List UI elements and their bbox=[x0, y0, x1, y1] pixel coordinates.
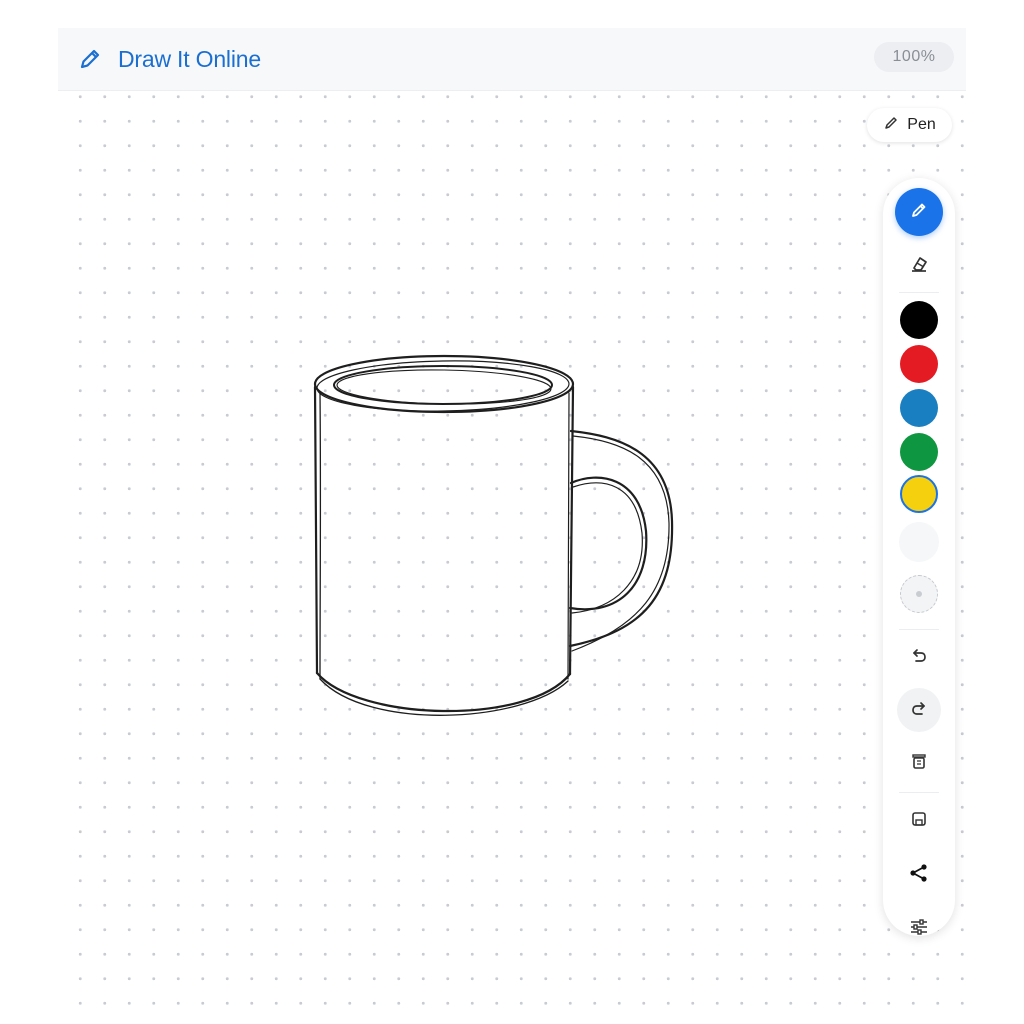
zoom-level-badge[interactable]: 100% bbox=[874, 42, 954, 72]
mug-sketch bbox=[313, 354, 674, 716]
trash-icon bbox=[909, 751, 929, 776]
clear-canvas-button[interactable] bbox=[900, 744, 938, 782]
eraser-tool-button[interactable] bbox=[901, 248, 937, 284]
color-swatch-blue[interactable] bbox=[900, 389, 938, 427]
undo-button[interactable] bbox=[900, 638, 938, 676]
active-tool-label: Pen bbox=[907, 116, 936, 133]
save-button[interactable] bbox=[900, 802, 938, 840]
app-header: Draw It Online 100% bbox=[58, 28, 966, 91]
save-icon bbox=[909, 809, 929, 834]
vertical-toolbar bbox=[883, 178, 955, 936]
color-swatch-yellow[interactable] bbox=[900, 475, 938, 513]
sliders-icon bbox=[908, 916, 930, 943]
toolbar-divider bbox=[899, 629, 939, 630]
brush-size-button[interactable] bbox=[900, 575, 938, 613]
app-title: Draw It Online bbox=[118, 45, 261, 72]
pencil-icon bbox=[909, 200, 929, 225]
eraser-icon bbox=[908, 253, 930, 280]
color-swatch-black[interactable] bbox=[900, 301, 938, 339]
custom-color-button[interactable] bbox=[899, 522, 939, 562]
color-swatch-red[interactable] bbox=[900, 345, 938, 383]
share-button[interactable] bbox=[900, 856, 938, 894]
app-window: Draw It Online 100% Pen bbox=[58, 28, 966, 1018]
settings-button[interactable] bbox=[900, 910, 938, 948]
toolbar-divider bbox=[899, 792, 939, 793]
undo-icon bbox=[909, 645, 929, 670]
pen-tool-button[interactable] bbox=[895, 188, 943, 236]
redo-icon bbox=[909, 698, 929, 723]
active-tool-chip[interactable]: Pen bbox=[867, 108, 952, 142]
brand: Draw It Online bbox=[76, 45, 261, 73]
redo-button[interactable] bbox=[897, 688, 941, 732]
dot-icon bbox=[916, 591, 922, 597]
drawing-canvas[interactable] bbox=[58, 91, 966, 1018]
pencil-icon bbox=[76, 45, 104, 73]
share-icon bbox=[908, 862, 930, 889]
toolbar-divider bbox=[899, 292, 939, 293]
pencil-icon bbox=[883, 115, 899, 136]
color-swatch-green[interactable] bbox=[900, 433, 938, 471]
